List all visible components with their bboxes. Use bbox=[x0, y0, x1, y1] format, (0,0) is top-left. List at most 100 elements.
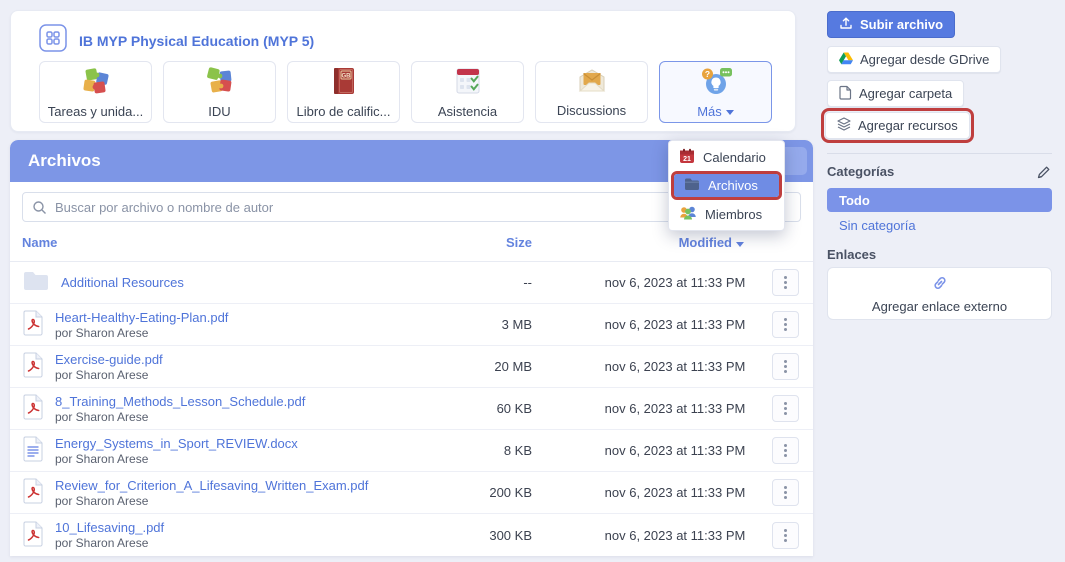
tab-idu[interactable]: IDU bbox=[163, 61, 276, 123]
file-modified: nov 6, 2023 at 11:33 PM bbox=[600, 317, 750, 332]
table-row[interactable]: Heart-Healthy-Eating-Plan.pdf por Sharon… bbox=[10, 304, 813, 346]
file-size: 300 KB bbox=[442, 528, 532, 543]
add-external-link-label: Agregar enlace externo bbox=[872, 299, 1007, 314]
sidebar-divider bbox=[827, 153, 1052, 154]
table-row[interactable]: 8_Training_Methods_Lesson_Schedule.pdf p… bbox=[10, 388, 813, 430]
file-author: por Sharon Arese bbox=[55, 452, 298, 466]
column-size[interactable]: Size bbox=[442, 235, 532, 250]
add-external-link-button[interactable]: Agregar enlace externo bbox=[827, 267, 1052, 320]
file-link[interactable]: Heart-Healthy-Eating-Plan.pdf bbox=[55, 310, 228, 326]
category-label: Todo bbox=[839, 193, 870, 208]
file-size: 60 KB bbox=[442, 401, 532, 416]
mail-icon bbox=[576, 67, 608, 100]
tab-label: Libro de calific... bbox=[297, 104, 391, 119]
folder-icon bbox=[684, 177, 700, 194]
layers-icon bbox=[837, 117, 851, 134]
pdf-file-icon bbox=[22, 394, 44, 423]
row-menu-button[interactable] bbox=[772, 353, 799, 380]
more-dropdown-menu: 21 Calendario Archivos Miembros bbox=[668, 140, 785, 231]
tab-label: Discussions bbox=[557, 103, 626, 118]
doc-file-icon bbox=[22, 436, 44, 465]
file-size: 20 MB bbox=[442, 359, 532, 374]
page-title: Archivos bbox=[28, 151, 101, 171]
file-modified: nov 6, 2023 at 11:33 PM bbox=[600, 401, 750, 416]
tab-libro-de-calificaciones[interactable]: GB Libro de calific... bbox=[287, 61, 400, 123]
row-menu-button[interactable] bbox=[772, 479, 799, 506]
file-author: por Sharon Arese bbox=[55, 368, 163, 382]
links-title: Enlaces bbox=[827, 247, 876, 262]
file-modified: nov 6, 2023 at 11:33 PM bbox=[600, 443, 750, 458]
menu-item-label: Calendario bbox=[703, 150, 766, 165]
pdf-file-icon bbox=[22, 352, 44, 381]
table-row[interactable]: Energy_Systems_in_Sport_REVIEW.docx por … bbox=[10, 430, 813, 472]
pencil-icon[interactable] bbox=[1036, 165, 1051, 185]
add-folder-button[interactable]: Agregar carpeta bbox=[827, 80, 964, 107]
menu-item-miembros[interactable]: Miembros bbox=[669, 201, 784, 227]
puzzle-pieces-icon bbox=[203, 66, 237, 101]
tab-discussions[interactable]: Discussions bbox=[535, 61, 648, 123]
svg-text:?: ? bbox=[704, 68, 709, 78]
table-row[interactable]: Additional Resources -- nov 6, 2023 at 1… bbox=[10, 262, 813, 304]
row-menu-button[interactable] bbox=[772, 437, 799, 464]
add-resources-button[interactable]: Agregar recursos bbox=[825, 112, 970, 139]
tab-tareas-y-unidades[interactable]: Tareas y unida... bbox=[39, 61, 152, 123]
tab-asistencia[interactable]: Asistencia bbox=[411, 61, 524, 123]
table-row[interactable]: Review_for_Criterion_A_Lifesaving_Writte… bbox=[10, 472, 813, 514]
menu-item-calendario[interactable]: 21 Calendario bbox=[669, 144, 784, 170]
attendance-icon bbox=[453, 66, 483, 101]
row-menu-button[interactable] bbox=[772, 395, 799, 422]
upload-icon bbox=[839, 16, 853, 33]
add-from-gdrive-button[interactable]: Agregar desde GDrive bbox=[827, 46, 1001, 73]
course-grid-icon bbox=[39, 24, 67, 57]
file-modified: nov 6, 2023 at 11:33 PM bbox=[600, 275, 750, 290]
file-size: -- bbox=[442, 275, 532, 290]
menu-item-archivos[interactable]: Archivos bbox=[674, 174, 779, 197]
course-header: IB MYP Physical Education (MYP 5) bbox=[39, 24, 314, 57]
tab-label: Tareas y unida... bbox=[48, 104, 143, 119]
table-row[interactable]: Exercise-guide.pdf por Sharon Arese 20 M… bbox=[10, 346, 813, 388]
link-icon bbox=[931, 274, 949, 297]
gradebook-icon: GB bbox=[331, 66, 357, 101]
file-author: por Sharon Arese bbox=[55, 536, 164, 550]
column-modified[interactable]: Modified bbox=[600, 235, 750, 250]
row-menu-button[interactable] bbox=[772, 311, 799, 338]
button-label: Agregar recursos bbox=[858, 118, 958, 133]
category-item-todo[interactable]: Todo bbox=[827, 188, 1052, 212]
svg-text:21: 21 bbox=[683, 156, 691, 163]
file-author: por Sharon Arese bbox=[55, 326, 228, 340]
sort-desc-icon bbox=[736, 242, 744, 247]
members-icon bbox=[679, 205, 697, 223]
file-link[interactable]: Exercise-guide.pdf bbox=[55, 352, 163, 368]
file-author: por Sharon Arese bbox=[55, 410, 305, 424]
file-modified: nov 6, 2023 at 11:33 PM bbox=[600, 359, 750, 374]
categories-title: Categorías bbox=[827, 164, 894, 179]
file-modified: nov 6, 2023 at 11:33 PM bbox=[600, 485, 750, 500]
column-name[interactable]: Name bbox=[22, 235, 442, 250]
folder-icon bbox=[22, 270, 50, 295]
row-menu-button[interactable] bbox=[772, 269, 799, 296]
file-size: 200 KB bbox=[442, 485, 532, 500]
course-tabs: Tareas y unida... IDU bbox=[39, 61, 772, 123]
archivos-annotation-box: Archivos bbox=[671, 171, 782, 200]
upload-file-button[interactable]: Subir archivo bbox=[827, 11, 955, 38]
button-label: Agregar desde GDrive bbox=[860, 52, 989, 67]
chevron-down-icon bbox=[726, 110, 734, 115]
pdf-file-icon bbox=[22, 478, 44, 507]
pdf-file-icon bbox=[22, 310, 44, 339]
file-link[interactable]: 10_Lifesaving_.pdf bbox=[55, 520, 164, 536]
file-link[interactable]: 8_Training_Methods_Lesson_Schedule.pdf bbox=[55, 394, 305, 410]
button-label: Subir archivo bbox=[860, 17, 943, 32]
file-link[interactable]: Review_for_Criterion_A_Lifesaving_Writte… bbox=[55, 478, 368, 494]
category-item-sin-categoria[interactable]: Sin categoría bbox=[839, 218, 916, 233]
button-label: Agregar carpeta bbox=[859, 86, 952, 101]
agregar-recursos-annotation-box: Agregar recursos bbox=[821, 108, 974, 143]
tab-mas[interactable]: ? Más bbox=[659, 61, 772, 123]
calendar-icon: 21 bbox=[679, 148, 695, 167]
course-title: IB MYP Physical Education (MYP 5) bbox=[79, 33, 314, 49]
pdf-file-icon bbox=[22, 521, 44, 550]
file-link[interactable]: Additional Resources bbox=[61, 275, 184, 291]
file-link[interactable]: Energy_Systems_in_Sport_REVIEW.docx bbox=[55, 436, 298, 452]
file-author: por Sharon Arese bbox=[55, 494, 368, 508]
table-row[interactable]: 10_Lifesaving_.pdf por Sharon Arese 300 … bbox=[10, 514, 813, 556]
row-menu-button[interactable] bbox=[772, 522, 799, 549]
